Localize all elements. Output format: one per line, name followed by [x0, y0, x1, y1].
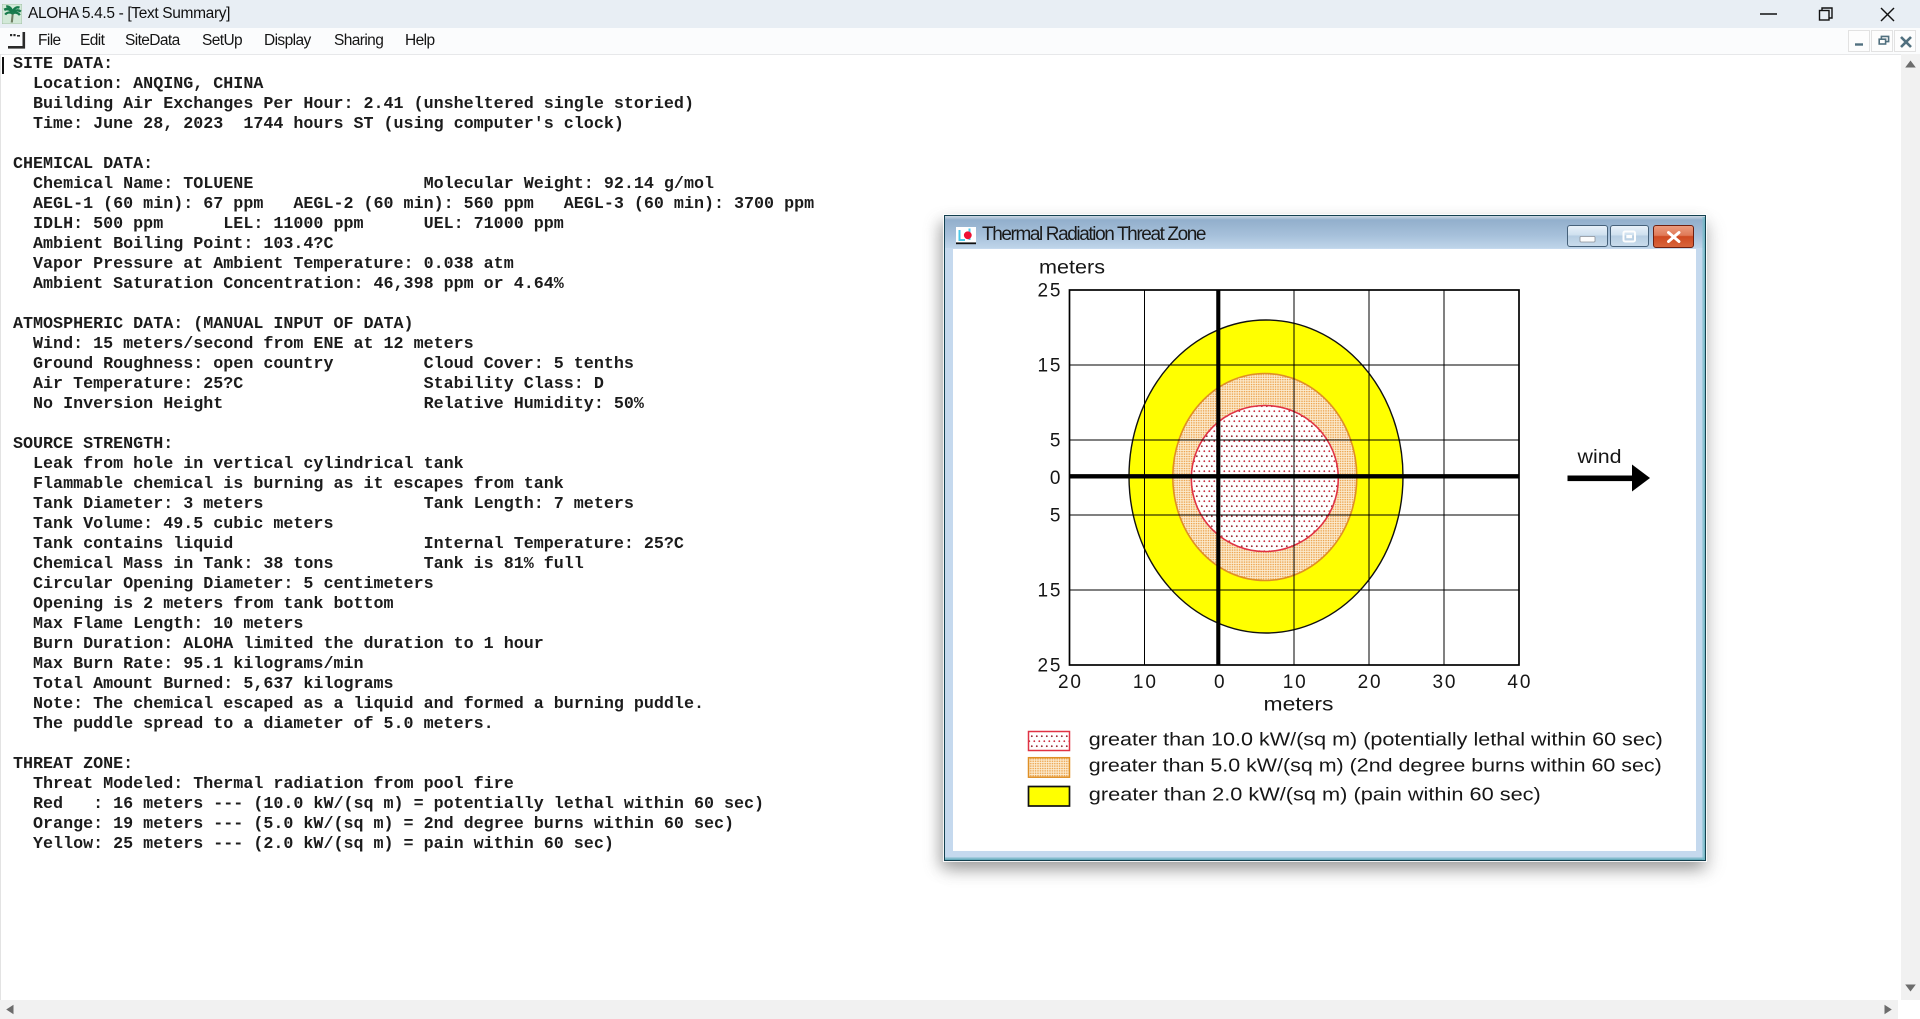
svg-text:greater than 5.0 kW/(sq m) (2n: greater than 5.0 kW/(sq m) (2nd degree b…	[1088, 755, 1661, 775]
svg-text:15: 15	[1037, 356, 1060, 377]
svg-text:30: 30	[1432, 672, 1455, 693]
svg-text:5: 5	[1049, 506, 1060, 527]
svg-text:25: 25	[1037, 281, 1060, 302]
svg-text:0: 0	[1049, 468, 1060, 489]
svg-text:0: 0	[1214, 672, 1225, 693]
svg-text:20: 20	[1357, 672, 1380, 693]
svg-text:40: 40	[1507, 672, 1530, 693]
svg-text:meters: meters	[1263, 695, 1333, 716]
svg-text:5: 5	[1049, 431, 1060, 452]
svg-text:10: 10	[1282, 672, 1305, 693]
svg-text:wind: wind	[1576, 447, 1621, 468]
svg-text:15: 15	[1037, 581, 1060, 602]
svg-text:10: 10	[1132, 672, 1155, 693]
svg-text:greater than 10.0 kW/(sq m) (p: greater than 10.0 kW/(sq m) (potentially…	[1088, 729, 1662, 749]
svg-text:20: 20	[1058, 672, 1081, 693]
svg-text:meters: meters	[1039, 258, 1105, 279]
svg-text:greater than 2.0 kW/(sq m) (pa: greater than 2.0 kW/(sq m) (pain within …	[1088, 784, 1540, 804]
